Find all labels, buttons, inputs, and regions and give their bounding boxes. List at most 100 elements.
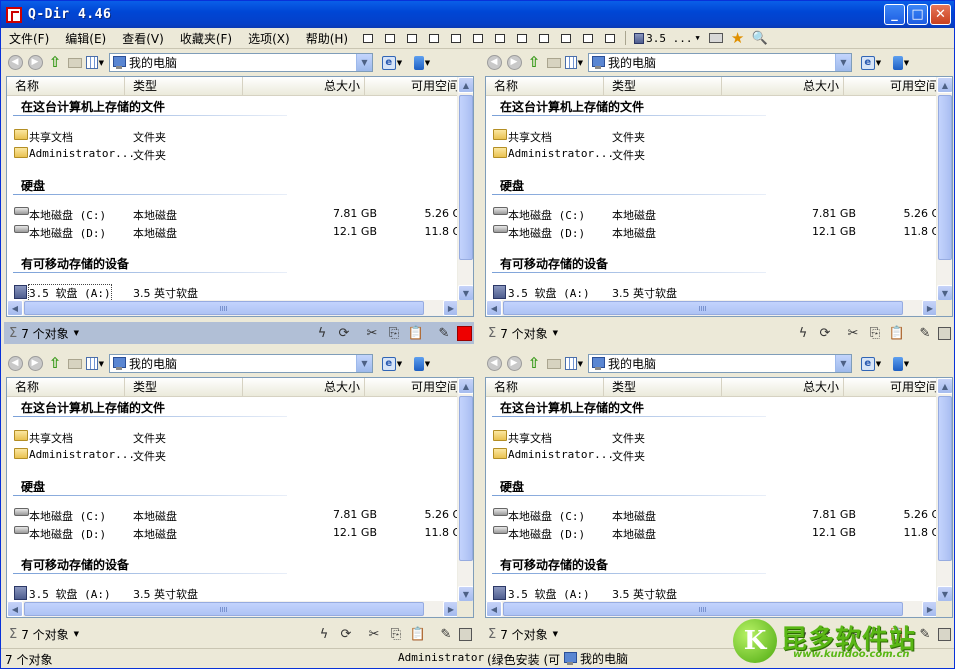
scroll-thumb[interactable] bbox=[503, 602, 903, 616]
vertical-scrollbar[interactable]: ▲ ▼ bbox=[457, 77, 473, 301]
column-free-space[interactable]: 可用空间 bbox=[365, 378, 459, 396]
address-bar[interactable]: 我的电脑 ▼ bbox=[588, 354, 852, 373]
address-dropdown-button[interactable]: ▼ bbox=[356, 355, 372, 372]
paste-icon[interactable]: 📋 bbox=[409, 625, 427, 643]
horizontal-scrollbar[interactable]: ◀ ▶ bbox=[7, 601, 459, 617]
object-count[interactable]: 7 个对象 bbox=[500, 325, 547, 342]
folder-button[interactable] bbox=[545, 54, 563, 72]
address-bar[interactable]: 我的电脑 ▼ bbox=[109, 53, 373, 72]
list-item-shared-docs[interactable]: 共享文档 文件夹 bbox=[11, 128, 461, 144]
refresh-icon[interactable]: ⟳ bbox=[816, 625, 834, 643]
cut-icon[interactable]: ✂ bbox=[365, 625, 383, 643]
chevron-down-icon[interactable]: ▼ bbox=[553, 630, 558, 638]
layout-2-icon[interactable] bbox=[380, 29, 400, 47]
ie-button[interactable]: e ▼ bbox=[381, 355, 403, 373]
lightning-icon[interactable]: ϟ bbox=[794, 324, 812, 342]
lightning-icon[interactable]: ϟ bbox=[794, 625, 812, 643]
scroll-up-button[interactable]: ▲ bbox=[458, 378, 473, 394]
list-item-shared-docs[interactable]: 共享文档 文件夹 bbox=[490, 429, 940, 445]
forward-button[interactable]: ▶ bbox=[505, 355, 523, 373]
column-free-space[interactable]: 可用空间 bbox=[844, 77, 938, 95]
network-button[interactable]: ▼ bbox=[890, 355, 912, 373]
network-button[interactable]: ▼ bbox=[890, 54, 912, 72]
address-bar[interactable]: 我的电脑 ▼ bbox=[588, 53, 852, 72]
lightning-icon[interactable]: ϟ bbox=[313, 324, 331, 342]
folder-button[interactable] bbox=[66, 54, 84, 72]
printer-icon[interactable] bbox=[706, 29, 726, 47]
copy-icon[interactable]: ⎘ bbox=[866, 324, 884, 342]
list-item-floppy-a[interactable]: 3.5 软盘 (A:) 3.5 英寸软盘 bbox=[11, 585, 461, 601]
forward-button[interactable]: ▶ bbox=[26, 355, 44, 373]
file-list[interactable]: 名称 类型 总大小 可用空间 在这台计算机上存储的文件 共享文档 文件夹 Adm… bbox=[485, 76, 953, 317]
scroll-down-button[interactable]: ▼ bbox=[458, 285, 473, 301]
view-button[interactable]: ▼ bbox=[565, 54, 583, 72]
column-type[interactable]: 类型 bbox=[125, 77, 243, 95]
object-count[interactable]: 7 个对象 bbox=[500, 626, 547, 643]
column-name[interactable]: 名称 bbox=[7, 77, 125, 95]
scroll-thumb[interactable] bbox=[938, 396, 952, 561]
vertical-scrollbar[interactable]: ▲ ▼ bbox=[936, 378, 952, 602]
layout-1-icon[interactable] bbox=[358, 29, 378, 47]
scroll-thumb[interactable] bbox=[24, 301, 424, 315]
star-icon[interactable]: ★ bbox=[728, 29, 748, 47]
list-item-disk-c[interactable]: 本地磁盘 (C:) 本地磁盘 7.81 GB 5.26 G bbox=[11, 206, 461, 222]
address-bar[interactable]: 我的电脑 ▼ bbox=[109, 354, 373, 373]
drive-dropdown[interactable]: 3.5 ... ▼ bbox=[630, 32, 704, 45]
vertical-scrollbar[interactable]: ▲ ▼ bbox=[457, 378, 473, 602]
app-icon[interactable] bbox=[6, 6, 22, 23]
scroll-left-button[interactable]: ◀ bbox=[7, 300, 23, 316]
column-free-space[interactable]: 可用空间 bbox=[365, 77, 459, 95]
chevron-down-icon[interactable]: ▼ bbox=[553, 329, 558, 337]
layout-5-icon[interactable] bbox=[446, 29, 466, 47]
paste-icon[interactable]: 📋 bbox=[888, 625, 906, 643]
column-name[interactable]: 名称 bbox=[7, 378, 125, 396]
list-item-shared-docs[interactable]: 共享文档 文件夹 bbox=[11, 429, 461, 445]
column-type[interactable]: 类型 bbox=[125, 378, 243, 396]
refresh-icon[interactable]: ⟳ bbox=[335, 324, 353, 342]
list-item-disk-d[interactable]: 本地磁盘 (D:) 本地磁盘 12.1 GB 11.8 G bbox=[11, 525, 461, 541]
view-button[interactable]: ▼ bbox=[86, 355, 104, 373]
cut-icon[interactable]: ✂ bbox=[363, 324, 381, 342]
scroll-left-button[interactable]: ◀ bbox=[486, 601, 502, 617]
folder-button[interactable] bbox=[66, 355, 84, 373]
maximize-button[interactable]: □ bbox=[907, 4, 928, 25]
scroll-up-button[interactable]: ▲ bbox=[458, 77, 473, 93]
list-item-disk-d[interactable]: 本地磁盘 (D:) 本地磁盘 12.1 GB 11.8 G bbox=[490, 525, 940, 541]
paste-icon[interactable]: 📋 bbox=[888, 324, 906, 342]
scroll-down-button[interactable]: ▼ bbox=[937, 285, 952, 301]
list-item-administrator[interactable]: Administrator... 文件夹 bbox=[490, 447, 940, 463]
menu-file[interactable]: 文件(F) bbox=[1, 30, 57, 47]
back-button[interactable]: ◀ bbox=[485, 54, 503, 72]
menu-help[interactable]: 帮助(H) bbox=[298, 30, 356, 47]
address-dropdown-button[interactable]: ▼ bbox=[835, 54, 851, 71]
chevron-down-icon[interactable]: ▼ bbox=[74, 630, 79, 638]
menu-options[interactable]: 选项(X) bbox=[240, 30, 298, 47]
ie-button[interactable]: e ▼ bbox=[860, 355, 882, 373]
vertical-scrollbar[interactable]: ▲ ▼ bbox=[936, 77, 952, 301]
list-item-floppy-a[interactable]: 3.5 软盘 (A:) 3.5 英寸软盘 bbox=[490, 585, 940, 601]
object-count[interactable]: 7 个对象 bbox=[21, 626, 68, 643]
layout-4-icon[interactable] bbox=[424, 29, 444, 47]
address-dropdown-button[interactable]: ▼ bbox=[356, 54, 372, 71]
layout-6-icon[interactable] bbox=[468, 29, 488, 47]
layout-12-icon[interactable] bbox=[600, 29, 620, 47]
column-total-size[interactable]: 总大小 bbox=[722, 378, 844, 396]
view-button[interactable]: ▼ bbox=[86, 54, 104, 72]
back-button[interactable]: ◀ bbox=[6, 355, 24, 373]
column-total-size[interactable]: 总大小 bbox=[243, 378, 365, 396]
list-item-disk-d[interactable]: 本地磁盘 (D:) 本地磁盘 12.1 GB 11.8 G bbox=[490, 224, 940, 240]
column-name[interactable]: 名称 bbox=[486, 77, 604, 95]
horizontal-scrollbar[interactable]: ◀ ▶ bbox=[486, 300, 938, 316]
lightning-icon[interactable]: ϟ bbox=[315, 625, 333, 643]
scroll-thumb[interactable] bbox=[459, 396, 473, 561]
cut-icon[interactable]: ✂ bbox=[844, 324, 862, 342]
scroll-left-button[interactable]: ◀ bbox=[486, 300, 502, 316]
layout-10-icon[interactable] bbox=[556, 29, 576, 47]
scroll-down-button[interactable]: ▼ bbox=[937, 586, 952, 602]
cut-icon[interactable]: ✂ bbox=[844, 625, 862, 643]
list-item-disk-c[interactable]: 本地磁盘 (C:) 本地磁盘 7.81 GB 5.26 G bbox=[490, 507, 940, 523]
close-button[interactable]: ✕ bbox=[930, 4, 951, 25]
rename-icon[interactable]: ✎ bbox=[916, 324, 934, 342]
network-button[interactable]: ▼ bbox=[411, 355, 433, 373]
back-button[interactable]: ◀ bbox=[6, 54, 24, 72]
